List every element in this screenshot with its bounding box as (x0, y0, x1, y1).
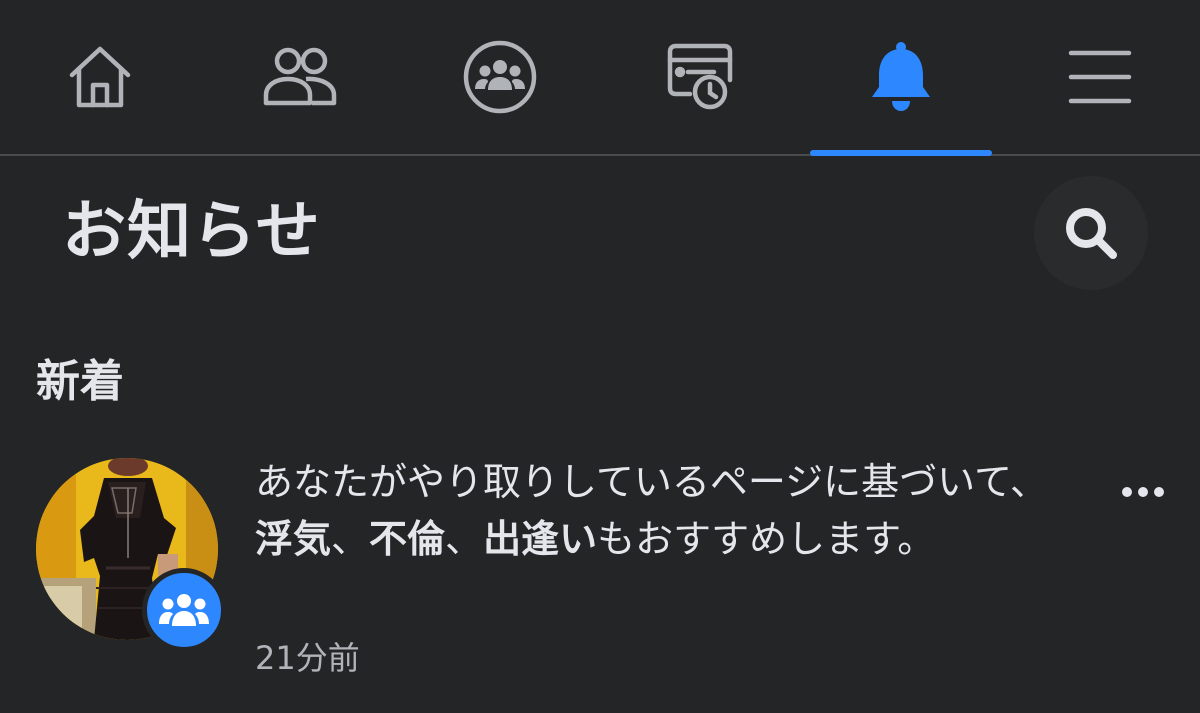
section-title-new: 新着 (36, 356, 124, 407)
highlight-keyword-2: 不倫 (369, 517, 446, 561)
active-tab-indicator (810, 150, 992, 156)
separator: 、 (445, 517, 484, 561)
tab-menu[interactable] (1009, 0, 1191, 154)
friends-icon (263, 47, 337, 106)
notification-text-prefix: あなたがやり取りしているページに基づいて、 (255, 460, 1049, 504)
tab-notifications[interactable] (810, 0, 992, 156)
highlight-keyword-1: 浮気 (255, 517, 332, 561)
search-button[interactable] (1034, 176, 1148, 290)
tab-friends[interactable] (209, 0, 391, 154)
search-icon (1066, 208, 1117, 259)
notification-item[interactable]: あなたがやり取りしているページに基づいて、浮気、不倫、出逢いもおすすめします。 … (0, 446, 1200, 713)
groups-icon (463, 40, 537, 114)
notifications-screen: お知らせ 新着 あなたがやり取りしているページに基づいて、浮気、不倫、出逢いもお… (0, 0, 1200, 713)
top-tab-bar (0, 0, 1200, 156)
notification-timestamp: 21分前 (255, 639, 360, 677)
feeds-clock-icon (667, 43, 733, 110)
tab-home[interactable] (9, 0, 191, 154)
home-icon (69, 46, 131, 108)
page-title: お知らせ (62, 195, 321, 269)
tab-feeds[interactable] (609, 0, 791, 154)
highlight-keyword-3: 出逢い (483, 517, 598, 561)
more-options-button[interactable] (1110, 468, 1176, 516)
group-badge (142, 568, 226, 652)
more-options-icon (1122, 487, 1164, 497)
notification-text: あなたがやり取りしているページに基づいて、浮気、不倫、出逢いもおすすめします。 (255, 454, 1075, 568)
group-icon (159, 594, 209, 626)
notification-text-suffix: もおすすめします。 (597, 517, 936, 561)
hamburger-menu-icon (1068, 50, 1132, 104)
tab-groups[interactable] (409, 0, 591, 154)
bell-icon (872, 42, 930, 111)
separator: 、 (331, 517, 370, 561)
